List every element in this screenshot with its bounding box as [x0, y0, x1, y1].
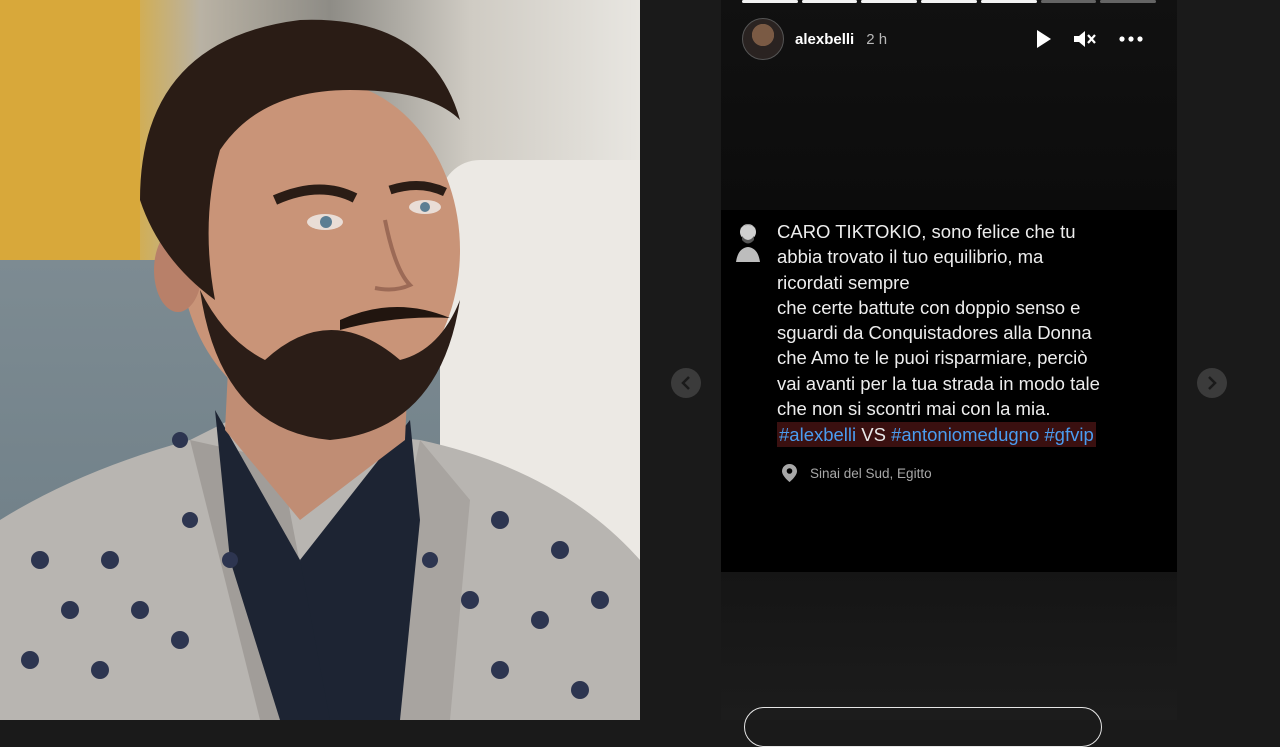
hashtag-line: #alexbelli VS #antoniomedugno #gfvip: [777, 422, 1096, 447]
post-line: sguardi da Conquistadores alla Donna: [777, 322, 1092, 344]
post-line: ricordati sempre: [777, 271, 910, 293]
post-line: che non si scontri mai con la mia.: [777, 398, 1051, 420]
story-header: alexbelli 2 h: [742, 18, 1156, 60]
post-text: CARO TIKTOKIO, sono felice che tu abbia …: [777, 219, 1167, 421]
progress-segment: [861, 0, 918, 3]
location-pin-icon: [782, 464, 797, 482]
post-line: che certe battute con doppio senso e: [777, 296, 1081, 318]
story-progress-bar: [742, 0, 1157, 3]
hashtag-link[interactable]: #alexbelli: [779, 424, 856, 445]
progress-segment: [921, 0, 977, 3]
hashtag-link[interactable]: #gfvip: [1044, 424, 1093, 445]
progress-segment: [1100, 0, 1157, 3]
chevron-left-icon: [681, 376, 690, 390]
progress-segment: [801, 0, 858, 3]
username[interactable]: alexbelli: [795, 31, 854, 48]
post-line: che Amo te le puoi risparmiare, perciò: [777, 347, 1088, 369]
photo: [0, 0, 640, 720]
hashtag-link[interactable]: #antoniomedugno: [891, 424, 1039, 445]
avatar[interactable]: [742, 18, 784, 60]
mute-icon[interactable]: [1072, 26, 1098, 52]
previous-story-button[interactable]: [671, 368, 701, 398]
post-time: 2 h: [866, 30, 888, 48]
more-icon[interactable]: [1118, 26, 1144, 52]
reply-input[interactable]: [744, 707, 1102, 747]
location-tag[interactable]: Sinai del Sud, Egitto: [782, 464, 932, 482]
progress-segment: [742, 0, 798, 3]
post-line: CARO TIKTOKIO, sono felice che tu: [777, 221, 1076, 242]
progress-segment: [980, 0, 1037, 3]
post-line: abbia trovato il tuo equilibrio, ma: [777, 246, 1044, 268]
vs-text: VS: [861, 424, 886, 445]
progress-segment: [1040, 0, 1097, 3]
post-author-avatar: [736, 224, 760, 262]
man-portrait: [0, 19, 640, 720]
post-line: vai avanti per la tua strada in modo tal…: [777, 372, 1100, 394]
chevron-right-icon: [1208, 376, 1217, 390]
next-story-button[interactable]: [1197, 368, 1227, 398]
location-label: Sinai del Sud, Egitto: [810, 465, 932, 481]
play-icon[interactable]: [1030, 26, 1056, 52]
